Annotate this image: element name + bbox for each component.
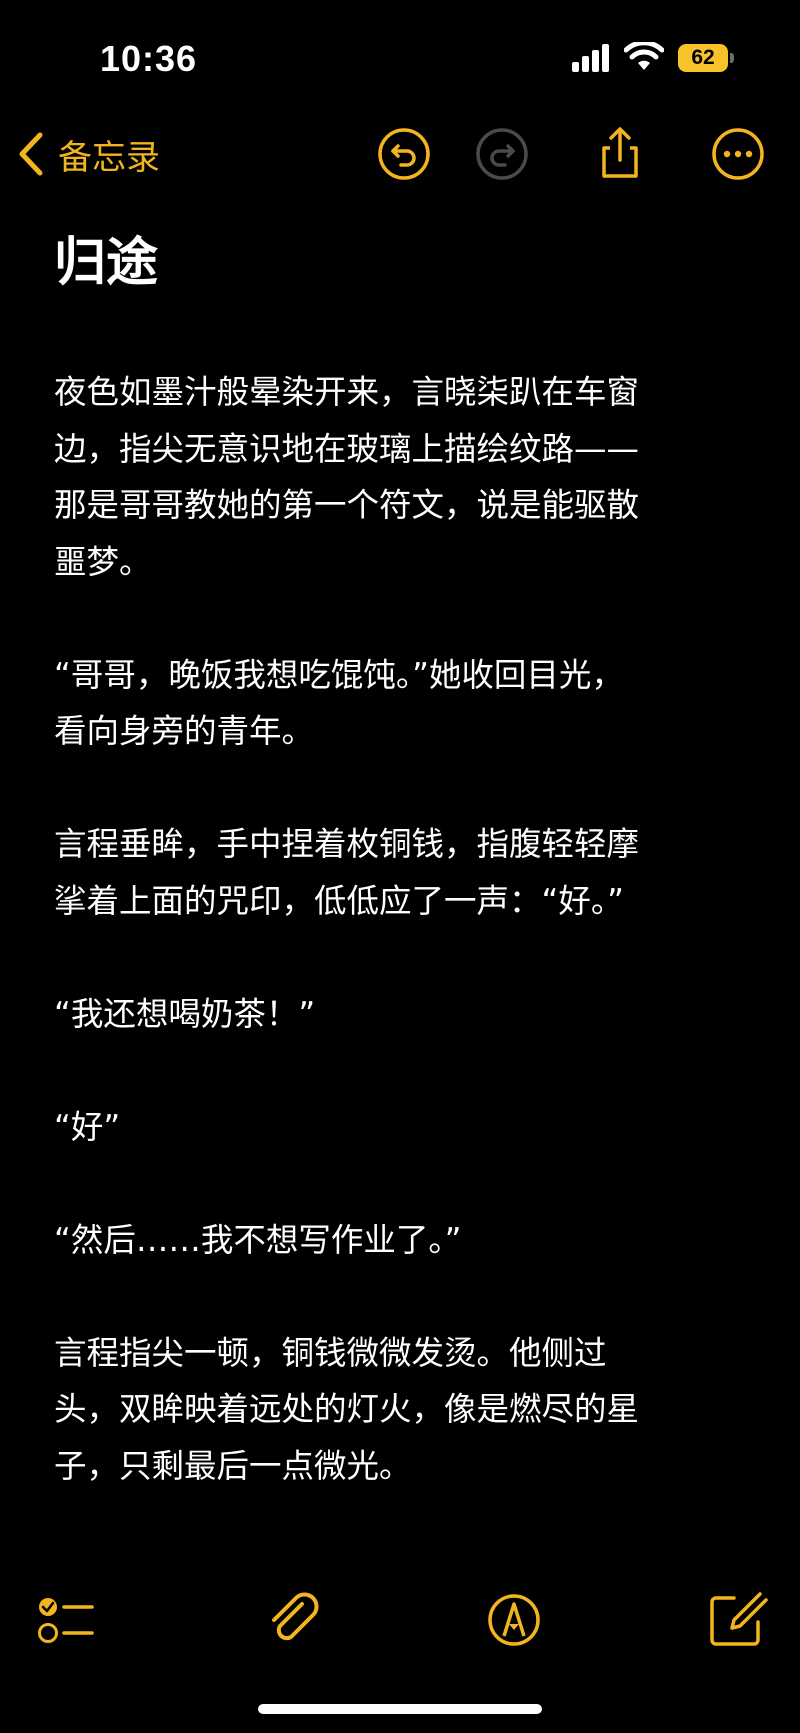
markup-pen-icon (488, 1594, 540, 1646)
status-bar: 10:36 62 (0, 0, 800, 110)
checklist-button[interactable] (34, 1588, 98, 1652)
bottom-toolbar (0, 1580, 800, 1660)
share-icon (602, 127, 638, 178)
status-time: 10:36 (100, 38, 198, 79)
nav-bar: 备忘录 (0, 110, 800, 200)
more-button[interactable] (708, 124, 768, 184)
note-paragraph-7: 言程指尖一顿，铜钱微微发烫。他侧过 头，双眸映着远处的灯火，像是燃尽的星 子，只… (54, 1333, 640, 1485)
attachment-button[interactable] (262, 1588, 326, 1652)
paperclip-icon (272, 1592, 319, 1641)
note-paragraph-6: “然后……我不想写作业了。” (54, 1220, 462, 1259)
note-title[interactable]: 归途 (54, 220, 158, 295)
note-paragraph-5: “好” (54, 1107, 121, 1146)
more-icon (712, 128, 764, 180)
note-paragraph-4: “我还想喝奶茶！” (54, 994, 316, 1033)
battery-cap (730, 53, 734, 63)
share-button[interactable] (590, 124, 650, 184)
wifi-icon (624, 42, 664, 70)
note-body[interactable]: 夜色如墨汁般晕染开来，言晓柒趴在车窗 边，指尖无意识地在玻璃上描绘纹路—— 那是… (54, 364, 754, 1551)
compose-button[interactable] (704, 1588, 768, 1652)
redo-button[interactable] (472, 124, 532, 184)
cellular-signal-icon (572, 44, 609, 72)
note-paragraph-1: 夜色如墨汁般晕染开来，言晓柒趴在车窗 边，指尖无意识地在玻璃上描绘纹路—— 那是… (54, 373, 640, 581)
back-button[interactable]: 备忘录 (16, 124, 160, 184)
compose-icon (710, 1592, 768, 1646)
checklist-icon (38, 1598, 94, 1643)
note-paragraph-3: 言程垂眸，手中捏着枚铜钱，指腹轻轻摩 挲着上面的咒印，低低应了一声：“好。” (54, 825, 640, 920)
status-icons: 62 (572, 40, 772, 80)
battery-indicator: 62 (678, 44, 728, 72)
home-indicator[interactable] (258, 1704, 542, 1714)
redo-icon (476, 128, 528, 180)
note-paragraph-2: “哥哥，晚饭我想吃馄饨。”她收回目光， 看向身旁的青年。 (54, 655, 624, 751)
undo-button[interactable] (374, 124, 434, 184)
undo-icon (378, 128, 430, 180)
chevron-left-icon (19, 132, 43, 176)
back-label: 备忘录 (58, 137, 160, 178)
markup-button[interactable] (482, 1588, 546, 1652)
